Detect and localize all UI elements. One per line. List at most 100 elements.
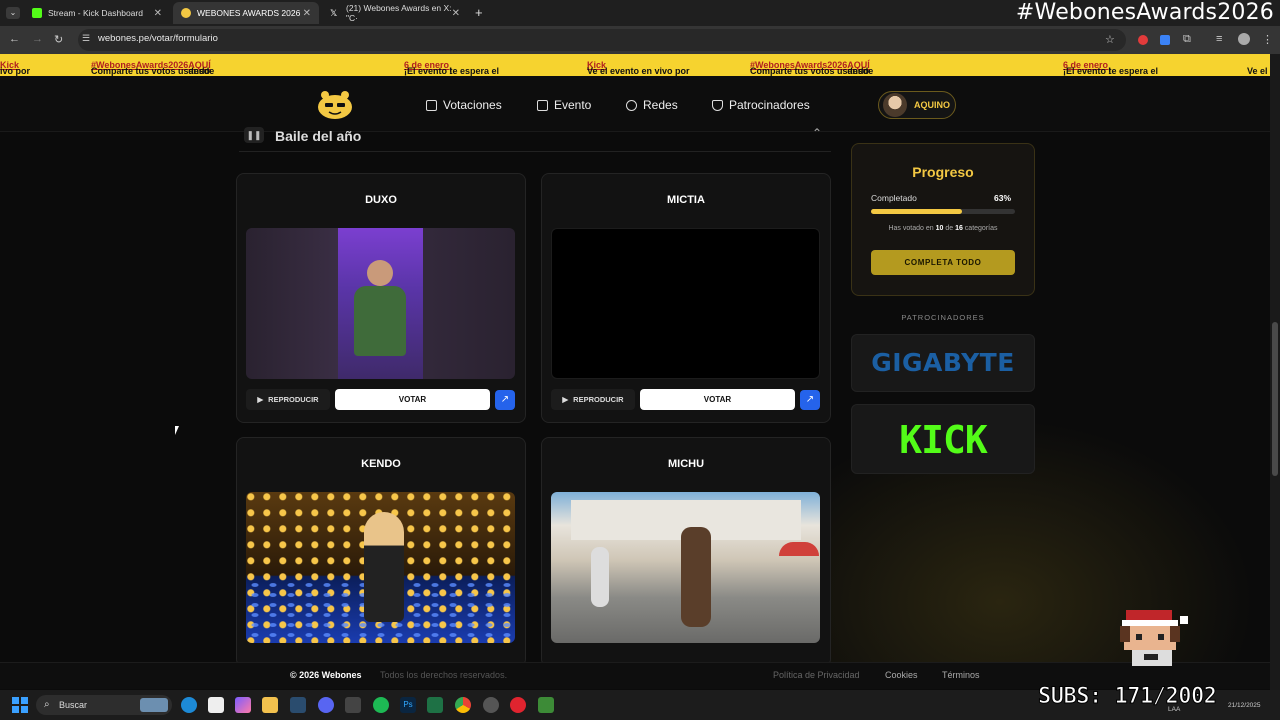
anime-character [364, 512, 404, 622]
footer-rights: Todos los derechos reservados. [380, 670, 508, 680]
chevron-up-icon[interactable]: ⌃ [812, 126, 822, 140]
webones-favicon-icon [181, 8, 191, 18]
pause-icon[interactable]: ❚❚ [244, 127, 264, 143]
close-tab-icon[interactable]: ✕ [303, 8, 311, 19]
video-thumbnail[interactable] [551, 492, 820, 643]
announcement-ticker: ivo por Kick Comparte tus votos usando #… [0, 54, 1270, 76]
tab-list-icon[interactable]: ⌄ [6, 7, 20, 19]
voted-summary: Has votado en 10 de 16 categorías [888, 225, 998, 232]
extension-red-icon[interactable] [1138, 35, 1148, 45]
scrollbar-thumb[interactable] [1272, 322, 1278, 476]
progress-bar-fill [871, 209, 962, 214]
complete-all-button[interactable]: COMPLETA TODO [871, 250, 1015, 275]
edge-icon[interactable] [181, 697, 197, 713]
vote-button[interactable]: VOTAR [640, 389, 795, 410]
dancer-figure [367, 260, 393, 286]
nav-patrocinadores[interactable]: Patrocinadores [712, 98, 810, 112]
opera-icon[interactable] [510, 697, 526, 713]
tab-webones-awards[interactable]: WEBONES AWARDS 2026 ✕ [173, 2, 319, 24]
app-icon[interactable] [483, 697, 499, 713]
excel-icon[interactable] [427, 697, 443, 713]
nav-label: Votaciones [443, 98, 502, 112]
profile-avatar-icon[interactable] [1238, 33, 1250, 45]
pedestrian [681, 527, 711, 627]
sponsors-label: PATROCINADORES [901, 313, 985, 322]
extension-blue-icon[interactable] [1160, 35, 1170, 45]
nominee-name: DUXO [365, 194, 397, 206]
new-tab-icon[interactable]: + [475, 5, 483, 20]
bookmark-star-icon[interactable]: ☆ [1105, 33, 1115, 46]
close-tab-icon[interactable]: ✕ [452, 8, 460, 19]
completed-percent: 63% [994, 193, 1012, 203]
back-icon[interactable]: ← [9, 33, 20, 45]
discord-icon[interactable] [318, 697, 334, 713]
footer-terms-link[interactable]: Términos [942, 670, 980, 680]
nav-label: Redes [643, 98, 678, 112]
gigabyte-logo: GIGABYTE [871, 348, 1015, 377]
play-label: REPRODUCIR [573, 395, 624, 404]
extensions-puzzle-icon[interactable]: ⧉ [1183, 33, 1191, 46]
app-icon[interactable] [208, 697, 224, 713]
nominee-name: KENDO [361, 458, 401, 470]
reload-icon[interactable]: ↻ [54, 33, 63, 46]
footer-copyright: © 2026 Webones [290, 670, 362, 680]
dancer-shirt [354, 286, 406, 356]
video-thumbnail[interactable] [246, 228, 515, 379]
completed-label: Completado [871, 193, 917, 203]
windows-start-icon[interactable] [12, 697, 28, 713]
site-info-icon[interactable]: ☰ [82, 33, 90, 44]
spotify-icon[interactable] [373, 697, 389, 713]
play-label: REPRODUCIR [268, 395, 319, 404]
copilot-icon[interactable] [235, 697, 251, 713]
search-placeholder: Buscar [59, 700, 88, 710]
nominee-name: MICTIA [667, 194, 705, 206]
nav-votaciones[interactable]: Votaciones [426, 98, 502, 112]
nav-redes[interactable]: Redes [626, 98, 678, 112]
x-favicon-icon: 𝕏 [330, 8, 338, 18]
kick-favicon-icon [32, 8, 42, 18]
tray-date: 21/12/2025 [1228, 702, 1261, 709]
minecraft-icon[interactable] [538, 697, 554, 713]
external-link-icon[interactable]: ↗ [495, 390, 515, 410]
url-text[interactable]: webones.pe/votar/formulario [98, 33, 218, 44]
ticker-item: ¡El evento te espera el 6 de enero! [404, 60, 500, 76]
pedestrian [591, 547, 609, 607]
progress-bar [871, 209, 1015, 214]
kick-logo: KICK [899, 418, 988, 462]
media-control-icon[interactable]: ≡ [1216, 33, 1222, 45]
taskbar-search[interactable]: ⌕ Buscar [36, 695, 172, 715]
address-bar[interactable] [78, 29, 1126, 51]
avatar [883, 93, 907, 117]
webones-logo-icon[interactable] [316, 88, 354, 120]
umbrella [779, 542, 819, 556]
file-explorer-icon[interactable] [262, 697, 278, 713]
play-button[interactable]: ▶ REPRODUCIR [246, 389, 330, 410]
app-icon[interactable] [345, 697, 361, 713]
footer-privacy-link[interactable]: Política de Privacidad [773, 670, 860, 680]
vote-button[interactable]: VOTAR [335, 389, 490, 410]
ticker-item: ivo por Kick [0, 60, 31, 76]
nav-label: Evento [554, 98, 592, 112]
ballot-icon [426, 99, 437, 111]
photoshop-icon[interactable]: Ps [400, 697, 416, 713]
calendar-icon [537, 99, 548, 111]
browser-menu-icon[interactable]: ⋮ [1262, 33, 1273, 46]
play-button[interactable]: ▶ REPRODUCIR [551, 389, 635, 410]
video-thumbnail[interactable] [246, 492, 515, 643]
ticker-item: Comparte tus votos usando #WebonesAwards… [91, 60, 215, 76]
mouse-cursor-icon [175, 426, 179, 435]
tab-kick-dashboard[interactable]: Stream - Kick Dashboard ✕ [24, 2, 170, 24]
footer-cookies-link[interactable]: Cookies [885, 670, 918, 680]
steam-icon[interactable] [290, 697, 306, 713]
video-thumbnail[interactable] [551, 228, 820, 379]
tab-title: WEBONES AWARDS 2026 [197, 8, 301, 18]
ticker-item: Comparte tus votos usando #WebonesAwards… [750, 60, 874, 76]
tab-x-webones[interactable]: 𝕏 (21) Webones Awards en X: "C· ✕ [322, 2, 468, 24]
search-highlight-icon [140, 698, 168, 712]
tab-title: Stream - Kick Dashboard [48, 8, 143, 18]
close-tab-icon[interactable]: ✕ [154, 8, 162, 19]
nav-evento[interactable]: Evento [537, 98, 591, 112]
chrome-icon[interactable] [455, 697, 471, 713]
external-link-icon[interactable]: ↗ [800, 390, 820, 410]
forward-icon[interactable]: → [32, 33, 43, 45]
